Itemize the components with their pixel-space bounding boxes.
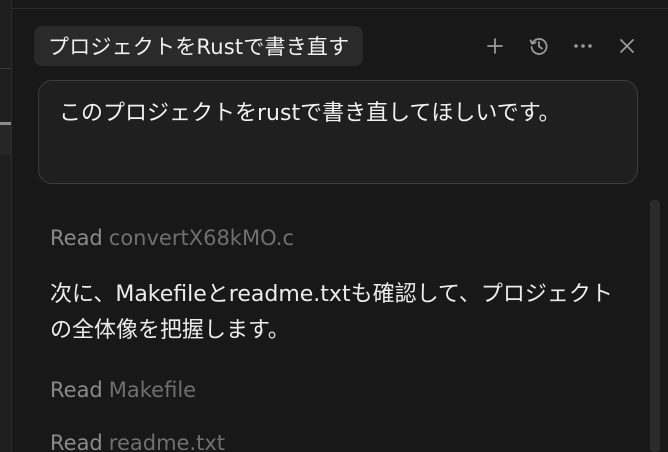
tool-file: Makefile (108, 378, 197, 402)
editor-edge (0, 0, 12, 452)
ellipsis-icon (574, 44, 592, 48)
assistant-message: 次に、Makefileとreadme.txtも確認して、プロジェクトの全体像を把… (50, 282, 613, 343)
header-actions (480, 28, 642, 64)
chat-panel: プロジェクトをRustで書き直す このプロジェクトをrustで書き直してほしいで… (0, 0, 668, 452)
new-chat-button[interactable] (480, 31, 510, 61)
divider (12, 8, 668, 9)
chat-title[interactable]: プロジェクトをRustで書き直す (34, 26, 364, 66)
chat-header: プロジェクトをRustで書き直す (24, 18, 654, 74)
tool-verb: Read (50, 431, 103, 452)
plus-icon (487, 38, 503, 54)
tool-verb: Read (50, 378, 103, 402)
tool-file: convertX68kMO.c (108, 226, 294, 250)
tool-call-read[interactable]: Read convertX68kMO.c (50, 223, 294, 253)
close-button[interactable] (612, 31, 642, 61)
active-row[interactable] (0, 125, 11, 155)
tool-call-read[interactable]: Read Makefile (50, 375, 196, 405)
close-icon (620, 39, 634, 53)
user-message[interactable]: このプロジェクトをrustで書き直してほしいです。 (38, 80, 638, 184)
tool-verb: Read (50, 226, 103, 250)
scrollbar[interactable] (650, 200, 660, 452)
tool-call-read[interactable]: Read readme.txt (50, 428, 225, 452)
history-icon (529, 38, 548, 55)
divider (0, 68, 11, 69)
history-button[interactable] (524, 31, 554, 61)
more-button[interactable] (568, 31, 598, 61)
tool-file: readme.txt (108, 431, 226, 452)
